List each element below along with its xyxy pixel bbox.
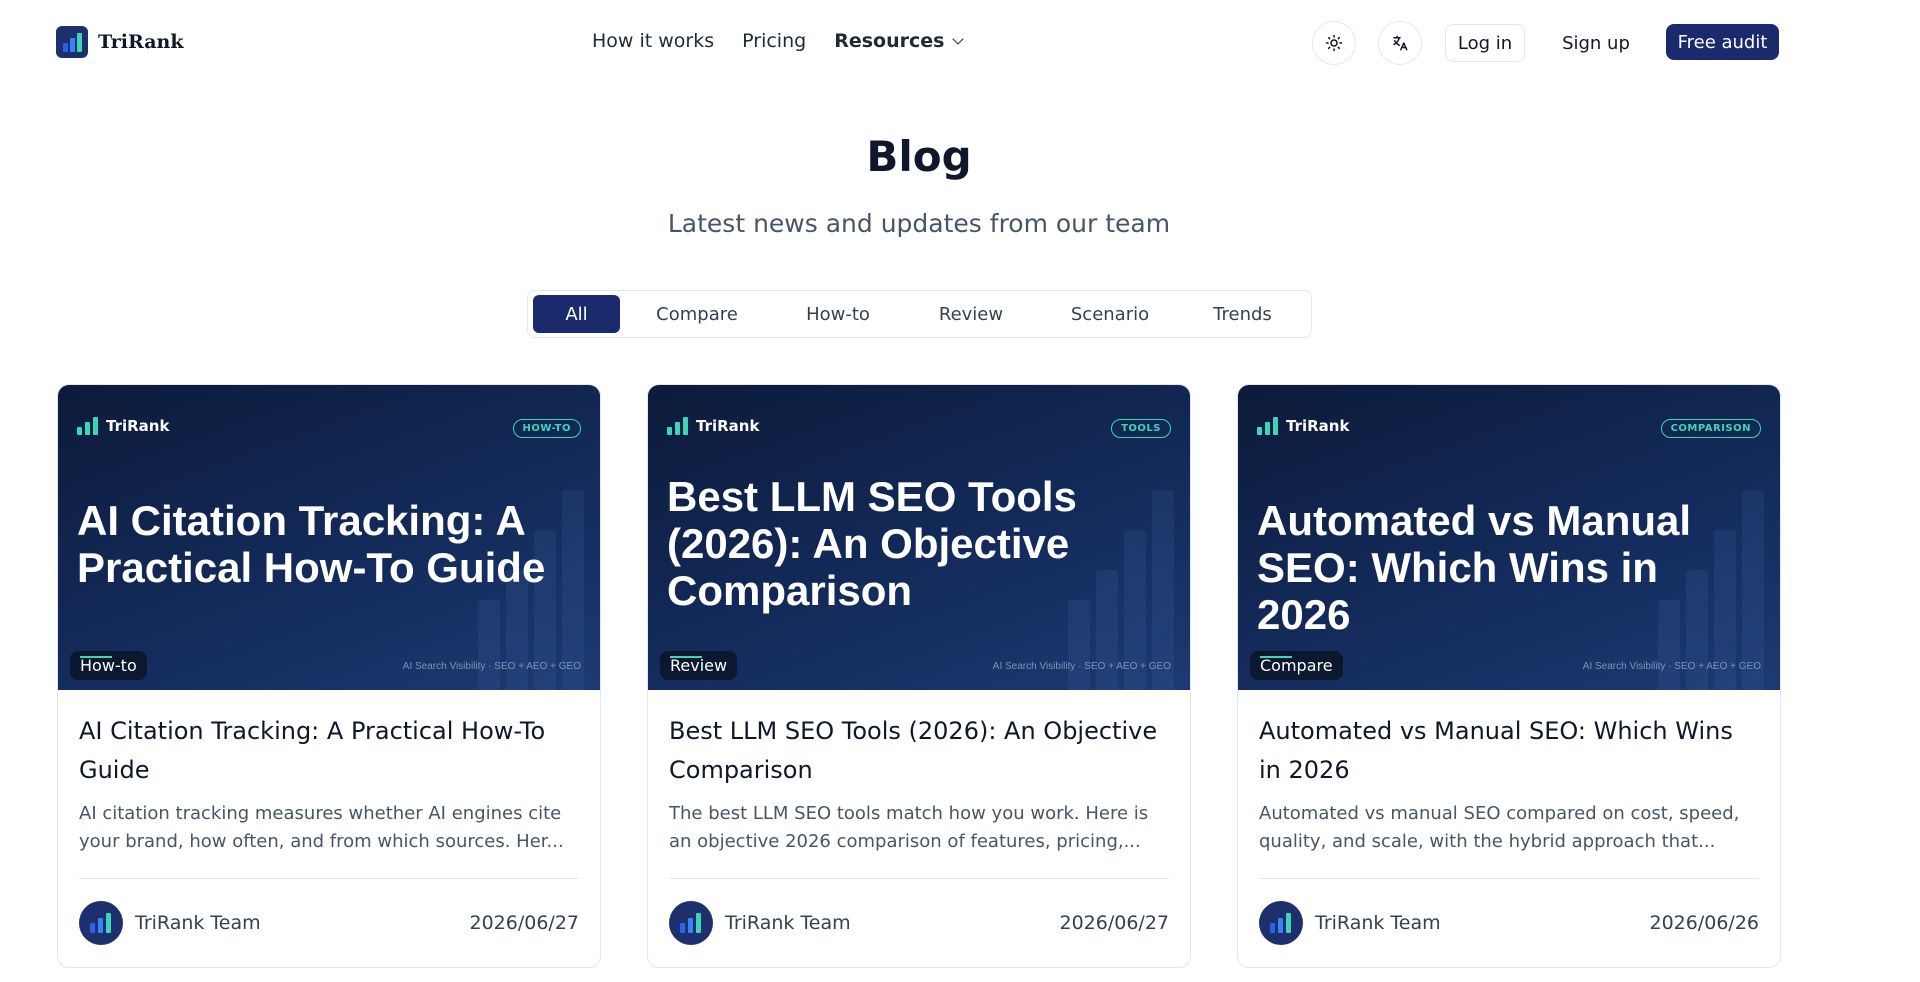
post-date: 2026/06/27 [1059, 912, 1169, 934]
cover-title: Best LLM SEO Tools (2026): An Objective … [667, 473, 1077, 614]
card-meta: TriRank Team 2026/06/27 [79, 901, 579, 945]
post-date: 2026/06/27 [469, 912, 579, 934]
chevron-down-icon [952, 33, 965, 45]
cover-footer: AI Search Visibility · SEO + AEO + GEO [1582, 661, 1761, 672]
cover-title: Automated vs Manual SEO: Which Wins in 2… [1257, 497, 1692, 638]
author-name: TriRank Team [135, 912, 261, 934]
brand-logo[interactable]: TriRank [56, 26, 184, 58]
blog-card[interactable]: TriRank HOW-TO AI Citation Tracking: A P… [57, 384, 601, 968]
category-badge: How-to [70, 651, 147, 680]
author-name: TriRank Team [1315, 912, 1441, 934]
author-name: TriRank Team [725, 912, 851, 934]
cover-brand-name: TriRank [1286, 417, 1350, 435]
post-date: 2026/06/26 [1649, 912, 1759, 934]
category-badge: Review [660, 651, 738, 680]
card-divider [1259, 878, 1759, 879]
translate-icon [1393, 35, 1408, 51]
signup-button[interactable]: Sign up [1548, 24, 1644, 62]
site-header: TriRank How it works Pricing Resources L… [0, 0, 1920, 86]
card-cover-image: TriRank HOW-TO AI Citation Tracking: A P… [58, 385, 600, 690]
cover-title: AI Citation Tracking: A Practical How-To… [77, 497, 546, 591]
nav-resources[interactable]: Resources [834, 30, 965, 52]
cover-tag: TOOLS [1111, 419, 1171, 438]
avatar [1259, 901, 1303, 945]
card-meta: TriRank Team 2026/06/26 [1259, 901, 1759, 945]
page-subtitle: Latest news and updates from our team [667, 209, 1171, 238]
cover-tag: HOW-TO [512, 419, 581, 438]
blog-card[interactable]: TriRank TOOLS Best LLM SEO Tools (2026):… [647, 384, 1191, 968]
main-nav: How it works Pricing Resources [592, 30, 965, 52]
avatar [669, 901, 713, 945]
theme-toggle-button[interactable] [1312, 21, 1356, 65]
cover-footer: AI Search Visibility · SEO + AEO + GEO [992, 661, 1171, 672]
nav-pricing[interactable]: Pricing [742, 30, 806, 52]
card-excerpt: Automated vs manual SEO compared on cost… [1259, 803, 1740, 852]
author: TriRank Team [79, 901, 261, 945]
author: TriRank Team [669, 901, 851, 945]
card-title[interactable]: AI Citation Tracking: A Practical How-To… [79, 712, 579, 790]
logo-bars-icon [56, 26, 88, 58]
card-divider [79, 878, 579, 879]
page-title: Blog [866, 132, 972, 181]
category-tabs: All Compare How-to Review Scenario Trend… [527, 290, 1312, 338]
bars-icon [1257, 417, 1278, 435]
card-excerpt: The best LLM SEO tools match how you wor… [669, 803, 1149, 852]
cover-brand-name: TriRank [106, 417, 170, 435]
card-excerpt: AI citation tracking measures whether AI… [79, 803, 564, 852]
nav-how-it-works[interactable]: How it works [592, 30, 714, 52]
tab-compare[interactable]: Compare [620, 295, 774, 333]
tab-review[interactable]: Review [902, 295, 1040, 333]
card-cover-image: TriRank TOOLS Best LLM SEO Tools (2026):… [648, 385, 1190, 690]
tab-all[interactable]: All [533, 295, 620, 333]
brand-name: TriRank [98, 31, 184, 53]
free-audit-button[interactable]: Free audit [1666, 24, 1779, 60]
category-badge: Compare [1250, 651, 1343, 680]
tab-scenario[interactable]: Scenario [1040, 295, 1180, 333]
language-button[interactable] [1378, 21, 1422, 65]
cover-footer: AI Search Visibility · SEO + AEO + GEO [402, 661, 581, 672]
card-title[interactable]: Automated vs Manual SEO: Which Wins in 2… [1259, 712, 1759, 790]
cover-brand-name: TriRank [696, 417, 760, 435]
card-cover-image: TriRank COMPARISON Automated vs Manual S… [1238, 385, 1780, 690]
tab-trends[interactable]: Trends [1180, 295, 1305, 333]
bars-icon [77, 417, 98, 435]
card-title[interactable]: Best LLM SEO Tools (2026): An Objective … [669, 712, 1169, 790]
card-meta: TriRank Team 2026/06/27 [669, 901, 1169, 945]
card-divider [669, 878, 1169, 879]
cover-tag: COMPARISON [1660, 419, 1761, 438]
bars-icon [667, 417, 688, 435]
avatar [79, 901, 123, 945]
sun-icon [1325, 34, 1343, 52]
cover-brand: TriRank [77, 417, 169, 435]
tab-how-to[interactable]: How-to [774, 295, 902, 333]
login-button[interactable]: Log in [1445, 24, 1525, 62]
cover-brand: TriRank [667, 417, 759, 435]
blog-card[interactable]: TriRank COMPARISON Automated vs Manual S… [1237, 384, 1781, 968]
cover-brand: TriRank [1257, 417, 1349, 435]
nav-resources-label: Resources [834, 30, 945, 52]
author: TriRank Team [1259, 901, 1441, 945]
